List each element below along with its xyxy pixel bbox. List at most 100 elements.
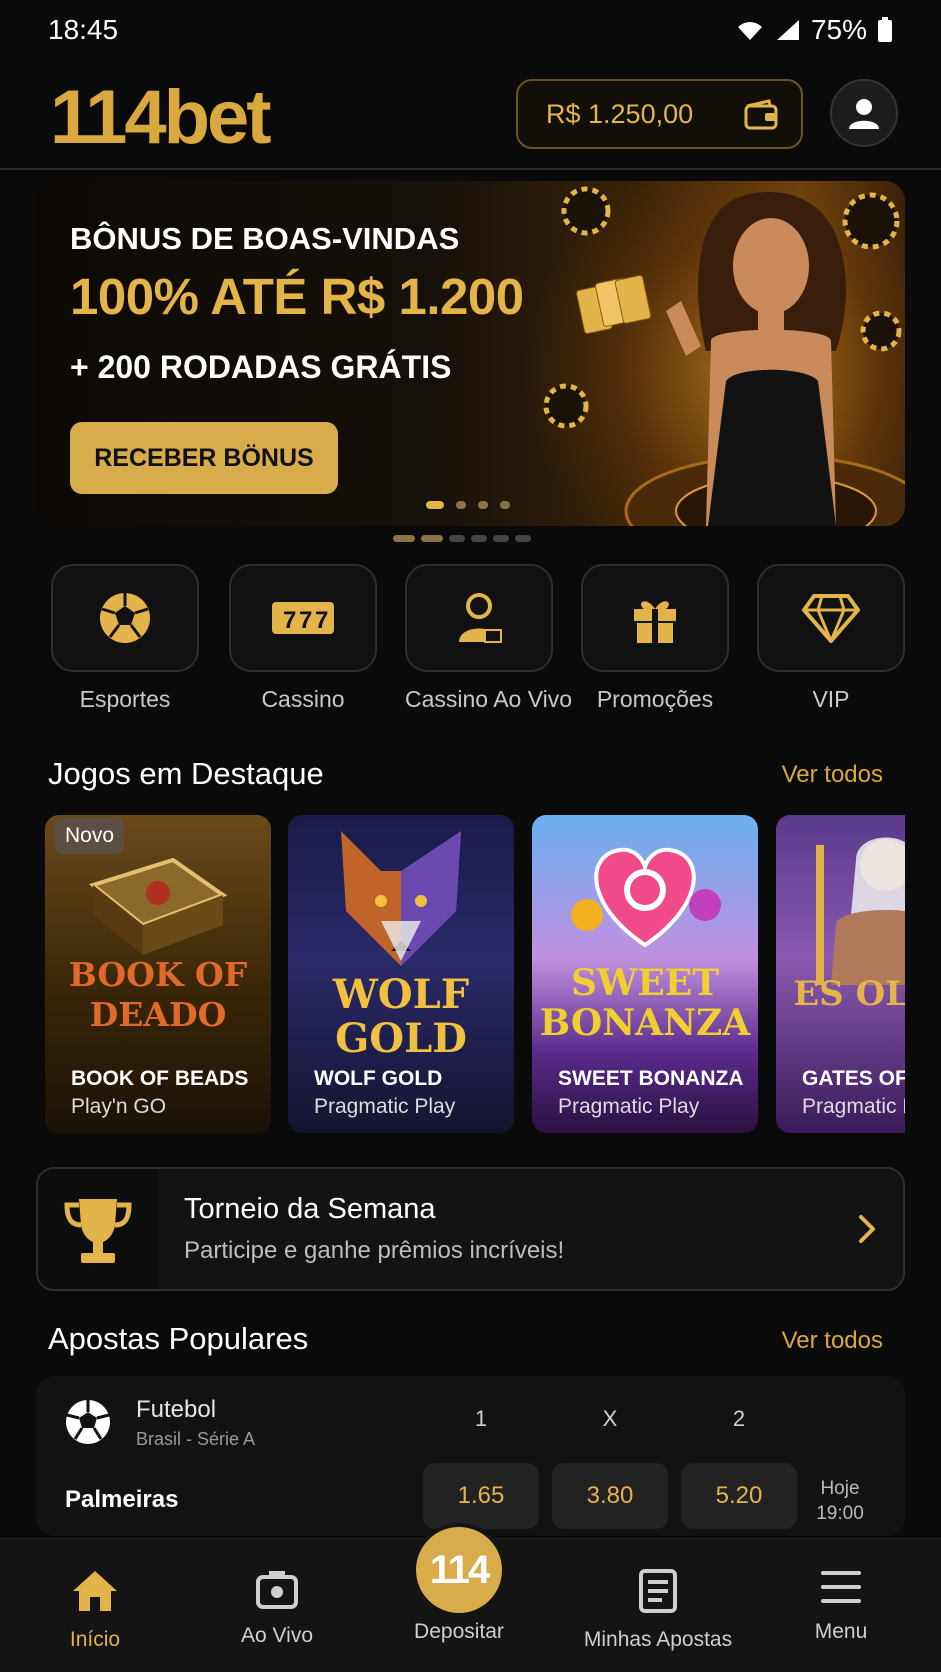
category-label: Promoções [596,686,714,712]
team-name: Palmeiras [65,1486,179,1513]
game-card-sweet-bonanza[interactable]: SWEET BONANZA SWEET BONANZA Pragmatic Pl… [532,815,758,1133]
wallet-balance-button[interactable]: R$ 1.250,00 [516,79,803,149]
category-label: Cassino [261,686,345,712]
popular-see-all-link[interactable]: Ver todos [782,1327,883,1355]
match-hour: 19:00 [816,1503,864,1524]
tournament-icon-box [38,1169,158,1289]
game-title: SWEET BONANZA [558,1067,744,1090]
page-dot [493,535,509,542]
gift-icon [634,601,676,643]
page-dot [393,535,415,542]
game-title: GATES OF O [802,1067,905,1090]
svg-text:7: 7 [315,607,328,634]
odd-draw-button[interactable]: 3.80 [552,1463,668,1529]
game-art-title: BOOK OF DEADO [68,955,248,1034]
user-icon [849,99,879,129]
popular-bet-card[interactable]: Futebol Brasil - Série A 1 X 2 Palmeiras… [36,1376,905,1536]
banner-headline: 100% ATÉ R$ 1.200 [70,268,524,325]
category-tile[interactable]: 777 [229,564,377,672]
profile-avatar-button[interactable] [830,79,898,147]
category-vip[interactable]: VIP [757,564,905,713]
home-icon [73,1571,117,1611]
receipt-icon [639,1569,677,1613]
wallet-icon [744,99,778,130]
nav-label: Início [69,1628,121,1651]
trophy-icon [64,1199,132,1263]
odd-home-button[interactable]: 1.65 [423,1463,539,1529]
live-dealer-icon [459,593,502,643]
soccer-ball-icon [66,1400,110,1444]
wolf-artwork [341,831,461,966]
category-esportes[interactable]: Esportes [51,564,199,713]
game-card-wolf-gold[interactable]: WOLF GOLD WOLF GOLD Pragmatic Play [288,815,514,1133]
category-tile[interactable] [51,564,199,672]
weekly-tournament-card[interactable]: Torneio da Semana Participe e ganhe prêm… [36,1167,905,1291]
bet-league-name: Brasil - Série A [136,1429,256,1449]
deposit-fab-button[interactable]: 114 [412,1523,506,1617]
game-art-title: WOLF GOLD [332,971,470,1062]
nav-label: Minhas Apostas [583,1628,733,1651]
category-cassino[interactable]: 777 Cassino [229,564,377,713]
banner-subtitle: BÔNUS DE BOAS-VINDAS [70,221,460,256]
nav-inicio[interactable]: Início [10,1569,180,1652]
game-title: BOOK OF BEADS [71,1067,249,1090]
signal-icon [776,20,799,40]
svg-text:7: 7 [299,607,312,634]
game-card-gates-of-olympus[interactable]: ES OLYMI GATES OF O Pragmatic Pl [776,815,905,1133]
hamburger-menu-icon [821,1571,861,1603]
candy-heart-artwork [571,847,721,948]
soccer-ball-icon [100,593,150,643]
category-tile[interactable] [405,564,553,672]
nav-label: Ao Vivo [241,1624,313,1647]
game-title: WOLF GOLD [314,1067,443,1090]
battery-icon [878,17,892,42]
banner-carousel-dots [426,501,510,509]
live-camera-icon [256,1571,298,1609]
odds-column-home: 1 [474,1406,488,1431]
odd-away-button[interactable]: 5.20 [681,1463,797,1529]
match-time: Hoje 19:00 [792,1476,888,1526]
game-provider: Play'n GO [71,1095,167,1118]
carousel-dot[interactable] [426,501,444,509]
carousel-dot[interactable] [456,501,466,509]
nav-depositar-label[interactable]: Depositar [389,1620,529,1644]
page-dot [449,535,465,542]
category-tile[interactable] [581,564,729,672]
bet-sport-name: Futebol [136,1396,217,1423]
status-icons: 75% [735,14,893,46]
tournament-title: Torneio da Semana [184,1193,436,1225]
category-promocoes[interactable]: Promoções [581,564,729,713]
page-dot [515,535,531,542]
wifi-icon [737,22,762,40]
page-dot [471,535,487,542]
match-day: Hoje [820,1478,860,1499]
app-header: 114bet R$ 1.250,00 [0,60,941,170]
banner-woman-illustration [543,186,905,526]
featured-see-all-link[interactable]: Ver todos [782,761,883,789]
category-label: Esportes [79,686,171,712]
game-provider: Pragmatic Pl [802,1095,905,1118]
game-card-book-of-beads[interactable]: BOOK OF DEADO Novo BOOK OF BEADS Play'n … [45,815,271,1133]
category-label: Cassino Ao Vivo [405,686,573,712]
game-provider: Pragmatic Play [558,1095,700,1118]
carousel-dot[interactable] [500,501,510,509]
category-tile[interactable] [757,564,905,672]
featured-games-carousel[interactable]: BOOK OF DEADO Novo BOOK OF BEADS Play'n … [45,815,905,1133]
slot-777-icon: 777 [272,602,334,634]
nav-minhas-apostas[interactable]: Minhas Apostas [573,1569,743,1652]
status-time: 18:45 [48,14,119,45]
claim-bonus-button[interactable]: RECEBER BÖNUS [70,422,338,494]
carousel-dot[interactable] [478,501,488,509]
nav-menu[interactable]: Menu [756,1569,926,1644]
promo-banner[interactable]: BÔNUS DE BOAS-VINDAS 100% ATÉ R$ 1.200 +… [36,181,905,526]
brand-logo[interactable]: 114bet [50,74,272,161]
status-bar: 18:45 75% [0,0,941,60]
tournament-subtitle: Participe e ganhe prêmios incríveis! [184,1237,565,1264]
zeus-artwork [816,837,905,985]
svg-text:7: 7 [283,607,296,634]
category-cassino-ao-vivo[interactable]: Cassino Ao Vivo [405,564,573,713]
game-provider: Pragmatic Play [314,1095,456,1118]
banner-free-spins: + 200 RODADAS GRÁTIS [70,349,452,385]
nav-label: Menu [814,1620,868,1643]
nav-ao-vivo[interactable]: Ao Vivo [192,1569,362,1648]
